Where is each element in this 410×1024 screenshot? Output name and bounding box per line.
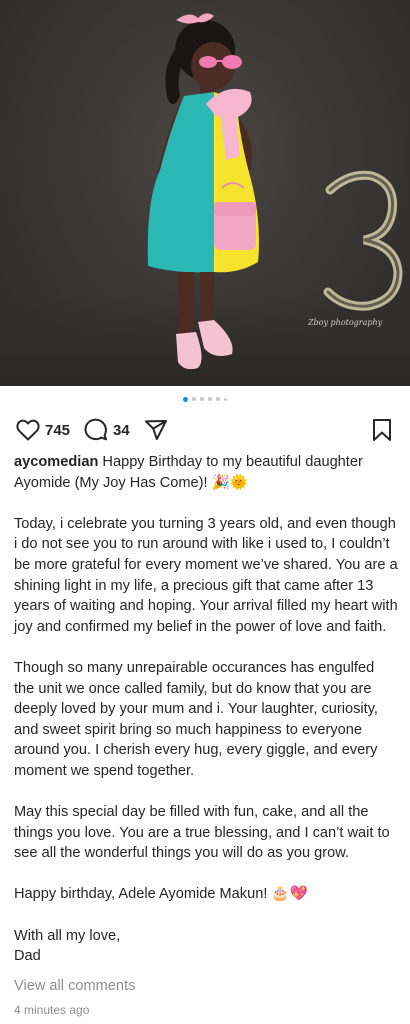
- caption-paragraph: Happy birthday, Adele Ayomide Makun! 🎂💖: [14, 886, 308, 903]
- heart-icon: [16, 419, 40, 441]
- comment-button[interactable]: 34: [84, 418, 130, 442]
- signoff-line: With all my love,: [14, 927, 121, 944]
- carousel-dot: [192, 397, 196, 401]
- caption-paragraph: May this special day be filled with fun,…: [14, 804, 390, 862]
- caption-signoff: With all my love, Dad: [14, 926, 398, 967]
- carousel-dot: [224, 397, 227, 401]
- comment-icon: [84, 418, 108, 441]
- post-timestamp: 4 minutes ago: [14, 1003, 90, 1017]
- like-count: 745: [45, 421, 71, 439]
- carousel-indicator: [0, 396, 410, 402]
- caption-username[interactable]: aycomedian: [14, 454, 98, 470]
- post-photo[interactable]: Zboy photography: [0, 0, 410, 386]
- photo-illustration: [147, 13, 403, 370]
- share-button[interactable]: [144, 418, 168, 442]
- caption-paragraph: Though so many unrepairable occurances h…: [14, 659, 378, 779]
- caption-first-paragraph: aycomedian Happy Birthday to my beautifu…: [14, 452, 398, 493]
- caption-paragraph: Today, i celebrate you turning 3 years o…: [14, 515, 398, 635]
- photo-watermark: Zboy photography: [308, 318, 383, 327]
- carousel-dot: [200, 397, 204, 401]
- bookmark-icon: [373, 419, 391, 441]
- send-icon: [144, 420, 167, 440]
- post-caption: aycomedian Happy Birthday to my beautifu…: [14, 452, 398, 967]
- comment-count: 34: [113, 421, 130, 439]
- post-action-bar: 745 34: [16, 416, 392, 444]
- carousel-dot: [208, 397, 212, 401]
- view-all-comments-link[interactable]: View all comments: [14, 978, 135, 994]
- like-button[interactable]: 745: [16, 419, 70, 441]
- carousel-dot-active: [183, 396, 188, 402]
- save-button[interactable]: [372, 418, 392, 442]
- carousel-dot: [216, 397, 220, 401]
- signoff-name: Dad: [14, 948, 41, 965]
